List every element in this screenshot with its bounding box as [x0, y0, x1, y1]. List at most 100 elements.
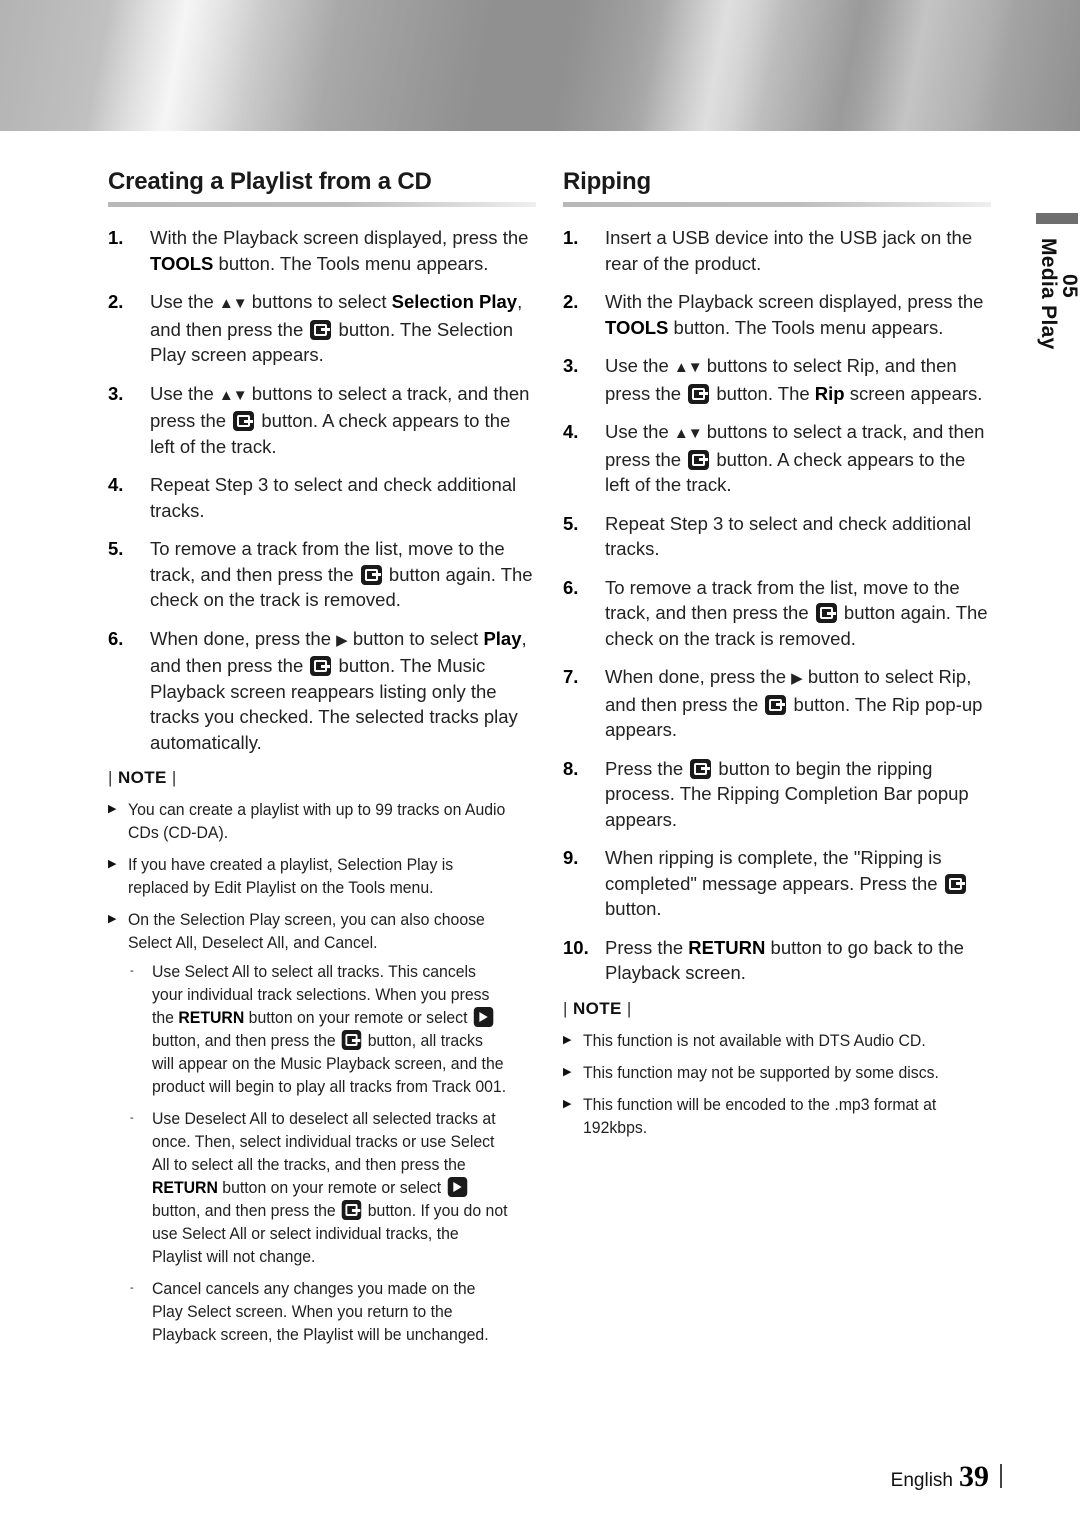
page-header-banner: [0, 0, 1080, 131]
step-text: With the Playback screen displayed, pres…: [150, 227, 529, 274]
step-text: Use the ▲▼ buttons to select a track, an…: [605, 421, 985, 495]
chapter-tab-marker: [1036, 213, 1078, 224]
chapter-title: Media Play: [1037, 238, 1060, 350]
note-item: ▶ On the Selection Play screen, you can a…: [108, 908, 536, 1355]
step-number: 5.: [563, 512, 579, 534]
enter-button-icon: [341, 1200, 362, 1220]
step-number: 7.: [563, 666, 579, 687]
chapter-side-tab: 05 Media Play: [1034, 213, 1080, 350]
enter-button-icon: [815, 603, 837, 623]
step-number: 6.: [563, 576, 579, 598]
step-number: 6.: [108, 627, 124, 649]
enter-button-icon: [233, 411, 255, 431]
note-subitems-list: - Use Select All to select all tracks. Th…: [130, 960, 536, 1355]
note-text: If you have created a playlist, Selectio…: [128, 855, 454, 897]
note-bullet-icon: ▶: [108, 803, 117, 815]
section-title-ripping: Ripping: [563, 168, 651, 195]
right-column: Ripping 1. Insert a USB device into the U…: [563, 168, 991, 1148]
enter-button-icon: [360, 564, 382, 585]
step-item: 3. Use the ▲▼ buttons to select Rip, and …: [563, 353, 991, 406]
enter-button-icon: [690, 758, 712, 779]
step-item: 4. Repeat Step 3 to select and check addi…: [108, 472, 536, 523]
step-text: When done, press the ▶ button to select …: [150, 627, 527, 753]
enter-button-icon: [341, 1030, 362, 1050]
note-subitem-text: Use Deselect All to deselect all selecte…: [152, 1109, 508, 1266]
step-item: 8. Press the button to begin the ripping …: [563, 756, 991, 833]
title-rule: [108, 202, 536, 207]
enter-button-icon: [310, 319, 332, 340]
playlist-steps-list: 1. With the Playback screen displayed, pr…: [108, 225, 536, 755]
section-title-playlist: Creating a Playlist from a CD: [108, 168, 432, 195]
ripping-steps-list: 1. Insert a USB device into the USB jack …: [563, 225, 991, 986]
step-item: 4. Use the ▲▼ buttons to select a track, …: [563, 419, 991, 498]
ripping-notes-list: ▶ This function is not available with DTS…: [563, 1029, 991, 1139]
step-item: 10. Press the RETURN button to go back to…: [563, 935, 991, 986]
footer-page-number: 39: [959, 1460, 989, 1493]
step-number: 8.: [563, 757, 579, 779]
step-number: 1.: [563, 227, 579, 248]
page-footer: English 39: [891, 1460, 1002, 1494]
enter-button-icon: [688, 383, 710, 404]
enter-button-icon: [765, 694, 787, 715]
playlist-notes-list: ▶ You can create a playlist with up to 99…: [108, 798, 536, 1355]
note-bullet-icon: ▶: [563, 1097, 572, 1110]
step-text: Press the button to begin the ripping pr…: [605, 757, 969, 830]
step-text: Use the ▲▼ buttons to select Selection P…: [150, 291, 523, 365]
step-text: When ripping is complete, the "Ripping i…: [605, 845, 991, 922]
note-label-text: NOTE: [572, 998, 622, 1018]
note-label-left: | NOTE |: [108, 768, 177, 787]
step-text: Press the RETURN button to go back to th…: [605, 936, 964, 984]
note-item: ▶ If you have created a playlist, Selecti…: [108, 853, 536, 899]
step-item: 5. Repeat Step 3 to select and check addi…: [563, 511, 991, 562]
footer-rule: [1000, 1464, 1002, 1488]
step-item: 9. When ripping is complete, the "Ripping…: [563, 845, 991, 922]
note-text: This function will be encoded to the .mp…: [583, 1094, 937, 1137]
step-text: Insert a USB device into the USB jack on…: [605, 227, 973, 274]
note-bullet-icon: ▶: [563, 1065, 572, 1078]
note-subitem: - Use Select All to select all tracks. Th…: [130, 960, 536, 1098]
step-item: 1. With the Playback screen displayed, pr…: [108, 225, 536, 276]
chapter-tab-text: 05 Media Play: [1037, 238, 1080, 350]
step-number: 5.: [108, 538, 124, 559]
chapter-number: 05: [1058, 273, 1080, 298]
step-number: 4.: [563, 421, 579, 442]
step-item: 1. Insert a USB device into the USB jack …: [563, 225, 991, 276]
play-button-icon: [447, 1177, 467, 1197]
step-text: Repeat Step 3 to select and check additi…: [150, 474, 517, 521]
note-subitem: - Cancel cancels any changes you made on …: [130, 1277, 536, 1346]
step-item: 7. When done, press the ▶ button to selec…: [563, 664, 991, 743]
step-number: 1.: [108, 227, 124, 248]
footer-language: English: [890, 1470, 953, 1491]
step-text: With the Playback screen displayed, pres…: [605, 291, 984, 338]
step-text: Use the ▲▼ buttons to select a track, an…: [150, 382, 530, 457]
step-number: 2.: [563, 291, 579, 312]
note-text: This function is not available with DTS …: [583, 1030, 926, 1050]
dash-bullet-icon: -: [130, 965, 134, 977]
note-text: On the Selection Play screen, you can al…: [128, 910, 485, 952]
step-text: Use the ▲▼ buttons to select Rip, and th…: [605, 355, 983, 404]
title-rule: [563, 202, 991, 207]
step-item: 2. With the Playback screen displayed, pr…: [563, 289, 991, 340]
step-item: 6. To remove a track from the list, move …: [563, 575, 991, 652]
step-item: 2. Use the ▲▼ buttons to select Selection…: [108, 289, 536, 368]
note-item: ▶ This function may not be supported by s…: [563, 1061, 991, 1084]
step-text: To remove a track from the list, move to…: [605, 576, 988, 649]
note-label-text: NOTE: [117, 768, 167, 787]
enter-button-icon: [310, 656, 332, 676]
note-bullet-icon: ▶: [563, 1033, 572, 1046]
step-number: 4.: [108, 474, 124, 495]
step-item: 6. When done, press the ▶ button to selec…: [108, 626, 536, 756]
step-item: 5. To remove a track from the list, move …: [108, 536, 536, 613]
note-bullet-icon: ▶: [108, 858, 117, 870]
note-item: ▶ You can create a playlist with up to 99…: [108, 798, 536, 844]
note-bullet-icon: ▶: [108, 913, 117, 925]
step-text: When done, press the ▶ button to select …: [605, 666, 983, 740]
note-text: This function may not be supported by so…: [583, 1062, 939, 1082]
step-number: 2.: [108, 291, 124, 312]
step-text: Repeat Step 3 to select and check additi…: [605, 512, 972, 560]
note-label-right: | NOTE |: [563, 998, 632, 1018]
note-text: You can create a playlist with up to 99 …: [128, 800, 506, 842]
enter-button-icon: [944, 873, 966, 894]
left-column: Creating a Playlist from a CD 1. With the…: [108, 168, 536, 1364]
step-number: 10.: [563, 936, 589, 958]
